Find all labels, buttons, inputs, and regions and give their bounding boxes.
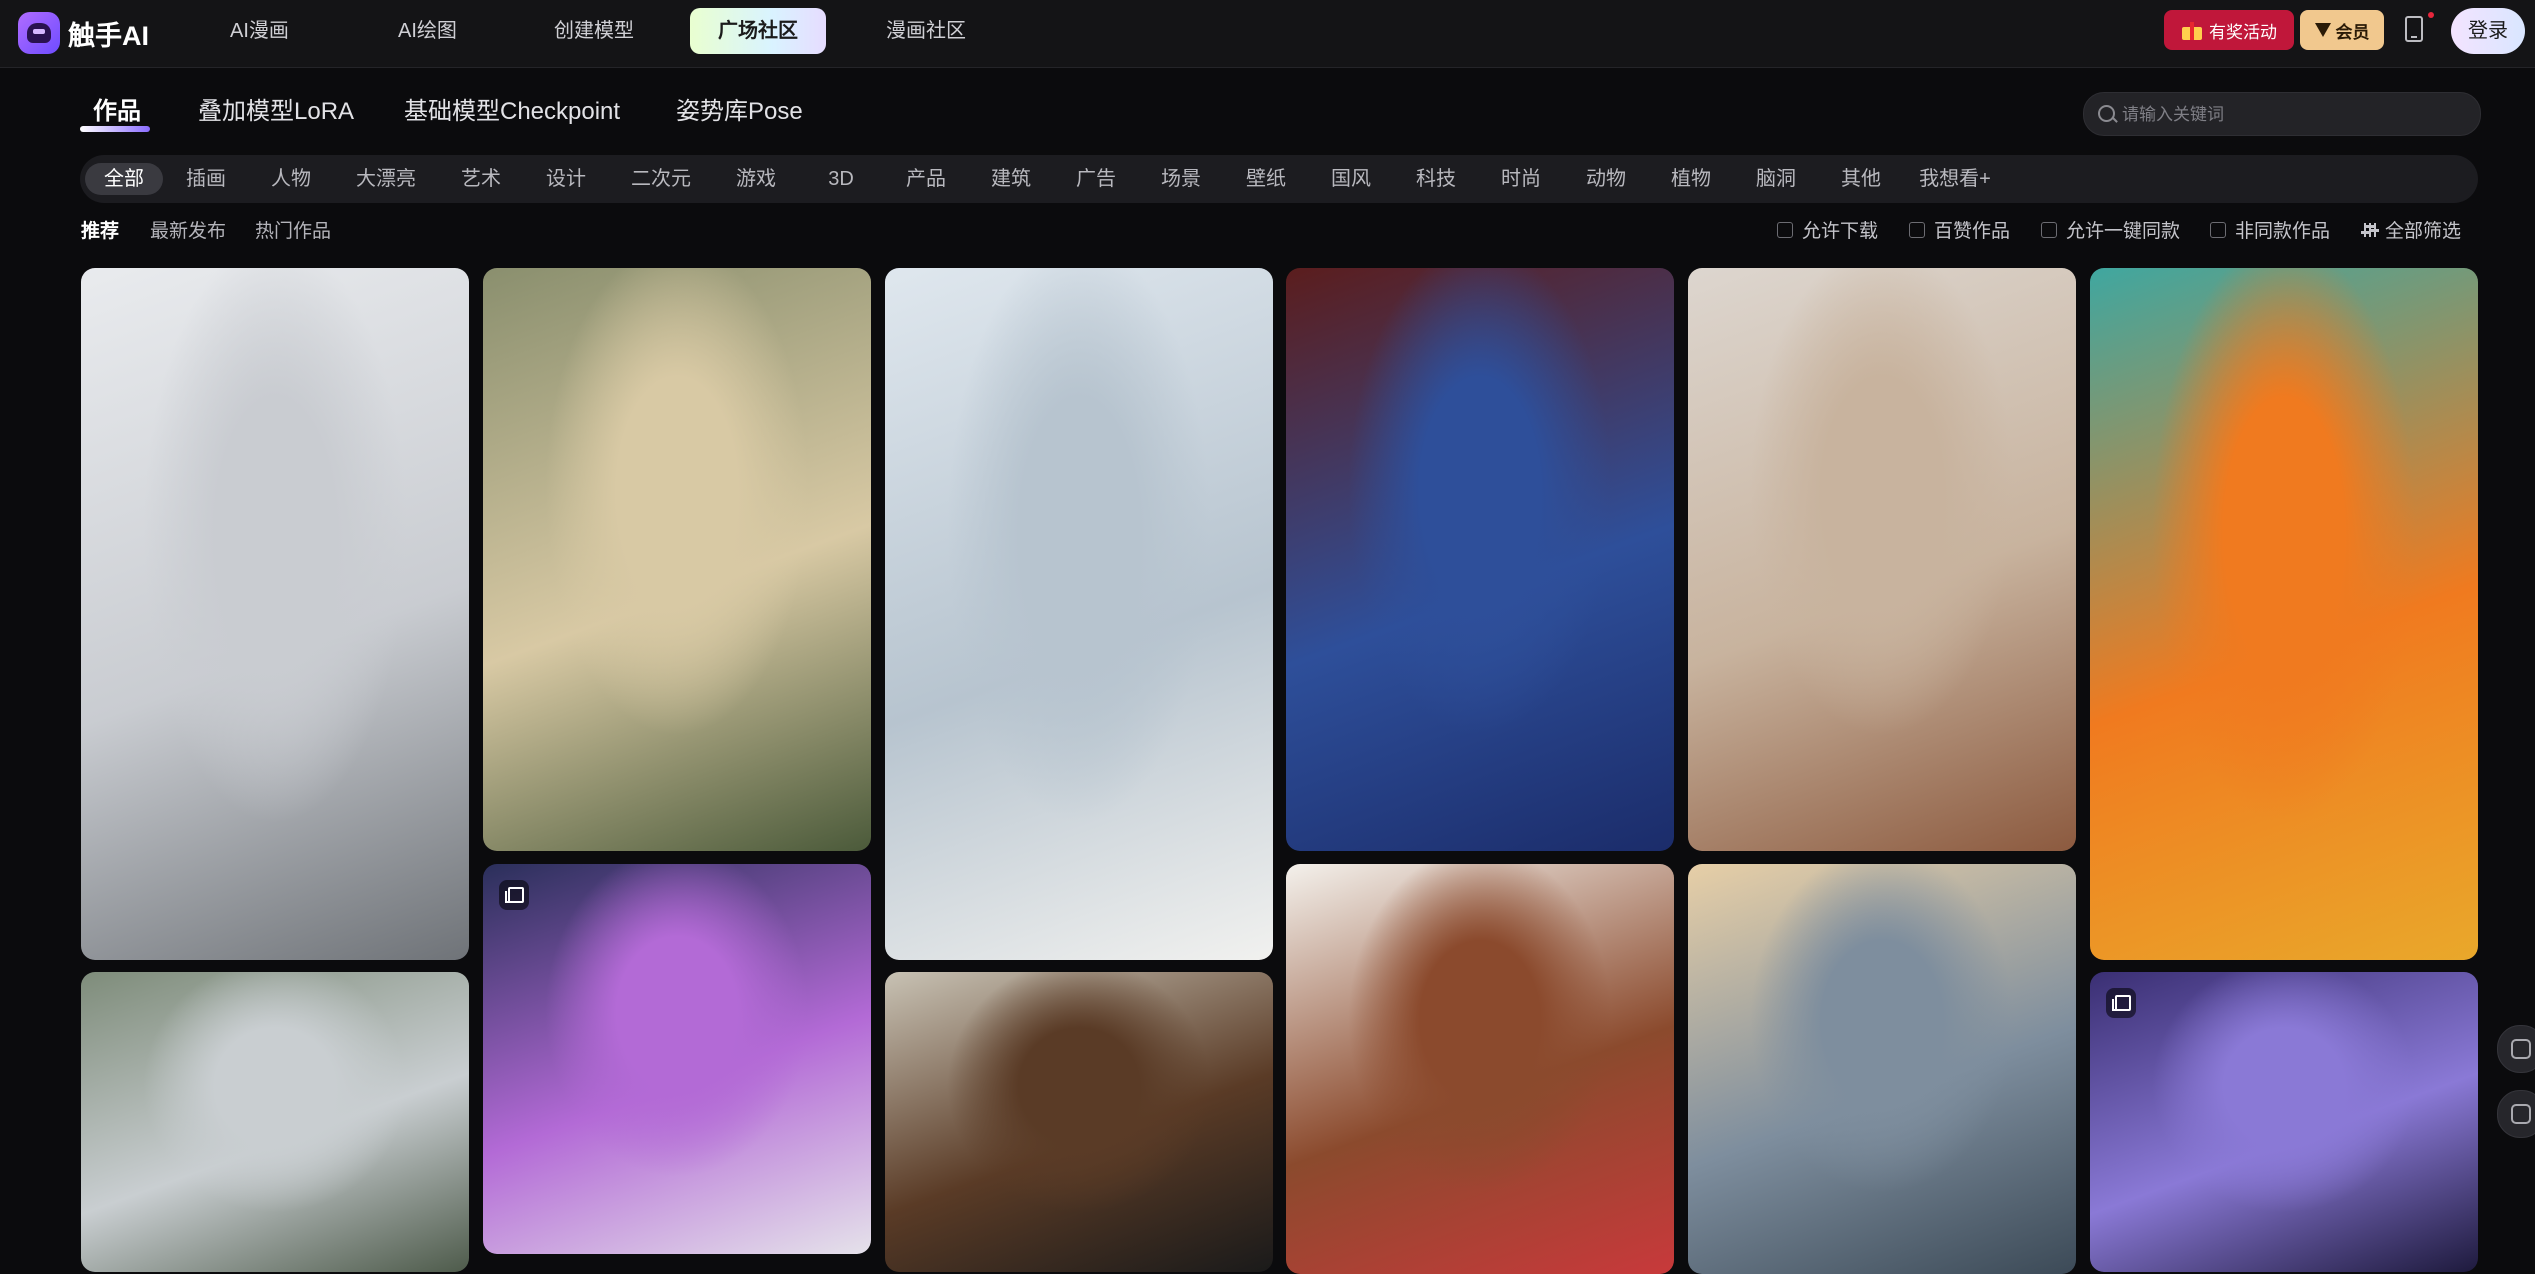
sort-latest[interactable]: 最新发布: [150, 216, 226, 243]
category-illustration[interactable]: 插画: [180, 163, 232, 195]
all-filters-label: 全部筛选: [2385, 221, 2462, 242]
vip-button[interactable]: 会员: [2300, 10, 2384, 50]
category-wallpaper[interactable]: 壁纸: [1240, 163, 1292, 195]
category-request[interactable]: 我想看+: [1910, 163, 2000, 195]
nav-create-model[interactable]: 创建模型: [526, 8, 662, 54]
all-filters-button[interactable]: 全部筛选: [2361, 216, 2462, 243]
nav-ai-comic[interactable]: AI漫画: [202, 8, 317, 54]
artwork-card[interactable]: [1688, 864, 2076, 1274]
diamond-icon: [2314, 23, 2331, 37]
checkbox-icon[interactable]: [2041, 221, 2057, 238]
category-scene[interactable]: 场景: [1155, 163, 1207, 195]
active-tab-indicator: [80, 126, 150, 132]
category-people[interactable]: 人物: [265, 163, 317, 195]
floating-assistant-button[interactable]: [2497, 1025, 2535, 1073]
artwork-card[interactable]: [1688, 268, 2076, 851]
checkbox-icon[interactable]: [1909, 221, 1925, 238]
category-bar: 全部 插画 人物 大漂亮 艺术 设计 二次元 游戏 3D 产品 建筑 广告 场景…: [80, 155, 2478, 203]
artwork-card[interactable]: [2090, 972, 2478, 1272]
filter-sliders-icon: [2361, 222, 2379, 238]
filter-allow-download-label: 允许下载: [1802, 221, 1879, 242]
category-chinese-style[interactable]: 国风: [1325, 163, 1377, 195]
mobile-app-icon[interactable]: [2405, 16, 2423, 42]
octopus-logo-icon: [18, 12, 60, 54]
category-tech[interactable]: 科技: [1410, 163, 1462, 195]
sort-recommended[interactable]: 推荐: [81, 216, 119, 243]
category-game[interactable]: 游戏: [730, 163, 782, 195]
login-button[interactable]: 登录: [2451, 8, 2525, 54]
multi-image-icon: [2106, 988, 2136, 1018]
filter-most-liked[interactable]: 百赞作品: [1909, 216, 2010, 243]
floating-feedback-button[interactable]: [2497, 1090, 2535, 1138]
notification-dot: [2428, 12, 2434, 18]
category-advertising[interactable]: 广告: [1070, 163, 1122, 195]
nav-comic-community[interactable]: 漫画社区: [858, 8, 994, 54]
category-3d[interactable]: 3D: [815, 163, 867, 195]
search-input[interactable]: [2120, 93, 2474, 137]
checkbox-icon[interactable]: [2210, 221, 2226, 238]
artwork-card[interactable]: [2090, 268, 2478, 960]
activity-label: 有奖活动: [2209, 22, 2277, 42]
activity-button[interactable]: 有奖活动: [2164, 10, 2294, 50]
filter-most-liked-label: 百赞作品: [1934, 221, 2011, 242]
filter-non-same-label: 非同款作品: [2235, 221, 2331, 242]
artwork-card[interactable]: [483, 864, 871, 1254]
tab-checkpoint[interactable]: 基础模型Checkpoint: [404, 92, 620, 132]
artwork-card[interactable]: [1286, 864, 1674, 1274]
artwork-card[interactable]: [885, 972, 1273, 1272]
top-navigation-bar: 触手AI AI漫画 AI绘图 创建模型 广场社区 漫画社区 有奖活动 会员 登录: [0, 0, 2535, 68]
artwork-card[interactable]: [483, 268, 871, 851]
category-fashion[interactable]: 时尚: [1495, 163, 1547, 195]
category-all[interactable]: 全部: [85, 163, 163, 195]
brand-name: 触手AI: [68, 20, 149, 51]
gift-icon: [2181, 20, 2203, 40]
artwork-card[interactable]: [885, 268, 1273, 960]
category-beauty[interactable]: 大漂亮: [350, 163, 422, 195]
filter-non-same[interactable]: 非同款作品: [2210, 216, 2330, 243]
filter-one-click-same-label: 允许一键同款: [2066, 221, 2181, 242]
tab-lora[interactable]: 叠加模型LoRA: [198, 92, 354, 132]
search-box[interactable]: [2083, 92, 2481, 137]
checkbox-icon[interactable]: [1777, 221, 1793, 238]
category-anime[interactable]: 二次元: [625, 163, 697, 195]
artwork-card[interactable]: [81, 972, 469, 1272]
search-icon: [2098, 105, 2115, 122]
multi-image-icon: [499, 880, 529, 910]
filter-one-click-same[interactable]: 允许一键同款: [2041, 216, 2180, 243]
artwork-card[interactable]: [81, 268, 469, 960]
tab-pose[interactable]: 姿势库Pose: [676, 92, 803, 132]
brand-logo[interactable]: 触手AI: [18, 9, 149, 57]
nav-plaza-community[interactable]: 广场社区: [690, 8, 826, 54]
category-imagination[interactable]: 脑洞: [1750, 163, 1802, 195]
artwork-card[interactable]: [1286, 268, 1674, 851]
nav-ai-drawing[interactable]: AI绘图: [370, 8, 485, 54]
filter-allow-download[interactable]: 允许下载: [1777, 216, 1878, 243]
category-design[interactable]: 设计: [540, 163, 592, 195]
sort-popular[interactable]: 热门作品: [255, 216, 331, 243]
category-architecture[interactable]: 建筑: [985, 163, 1037, 195]
category-art[interactable]: 艺术: [455, 163, 507, 195]
category-animals[interactable]: 动物: [1580, 163, 1632, 195]
category-other[interactable]: 其他: [1835, 163, 1887, 195]
vip-label: 会员: [2335, 22, 2370, 42]
category-plants[interactable]: 植物: [1665, 163, 1717, 195]
category-product[interactable]: 产品: [900, 163, 952, 195]
